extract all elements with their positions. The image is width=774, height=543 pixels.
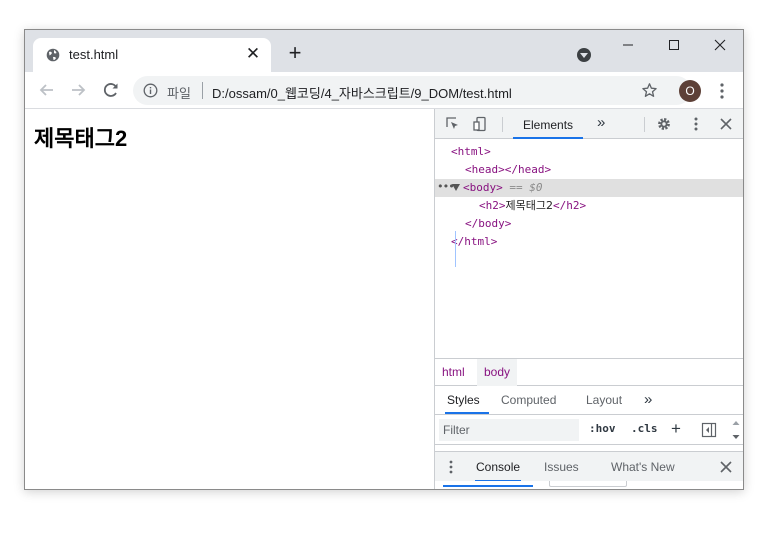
toolbar-divider — [644, 117, 645, 132]
tree-guide-line — [455, 231, 456, 267]
browser-window: test.html ✕ + 파일 D:/ossam/0_웹코딩/4_자바스크립트… — [24, 29, 744, 490]
more-tabs-chevron-icon[interactable]: » — [597, 114, 605, 131]
dom-node-body[interactable]: ••• <body> == $0 — [435, 179, 743, 197]
tab-issues[interactable]: Issues — [544, 452, 579, 482]
dom-tag: <h2> — [479, 199, 506, 212]
styles-filter-bar: :hov .cls + — [435, 415, 743, 445]
inspect-element-icon[interactable] — [445, 116, 461, 132]
expand-triangle-icon[interactable] — [452, 184, 460, 191]
dom-node-head[interactable]: <head></head> — [435, 161, 743, 179]
url-text[interactable]: D:/ossam/0_웹코딩/4_자바스크립트/9_DOM/test.html — [212, 83, 512, 102]
breadcrumb-body[interactable]: body — [477, 359, 518, 386]
tab-close-icon[interactable]: ✕ — [243, 44, 263, 64]
dom-node-h2[interactable]: <h2>제목태그2</h2> — [435, 197, 743, 215]
forward-arrow-icon[interactable] — [68, 80, 88, 100]
devtools-menu-icon[interactable] — [688, 116, 704, 132]
more-style-tabs-chevron-icon[interactable]: » — [643, 386, 653, 414]
address-separator — [202, 82, 203, 99]
dom-tag: <body> — [463, 181, 503, 194]
minimize-icon[interactable] — [613, 34, 643, 56]
console-drawer-tabbar: Console Issues What's New — [435, 451, 743, 482]
globe-icon — [46, 48, 60, 62]
dom-tag: <html> — [451, 145, 491, 158]
settings-gear-icon[interactable] — [656, 116, 672, 132]
back-arrow-icon[interactable] — [37, 80, 57, 100]
tab-elements[interactable]: Elements — [513, 109, 584, 139]
breadcrumb-html[interactable]: html — [435, 359, 472, 386]
dom-tag: </h2> — [552, 199, 587, 212]
tab-whats-new[interactable]: What's New — [611, 452, 675, 482]
device-toolbar-icon[interactable] — [473, 116, 489, 132]
issues-badge-peek — [549, 481, 627, 487]
close-devtools-icon[interactable] — [718, 116, 734, 132]
reload-icon[interactable] — [101, 80, 121, 100]
browser-menu-icon[interactable] — [717, 81, 727, 101]
selected-node-ref: == $0 — [509, 181, 543, 194]
devtools-panel: Elements » <html> <head></head> ••• <bod… — [434, 109, 743, 489]
dom-tag: </html> — [451, 235, 498, 248]
dom-node-html[interactable]: <html> — [435, 143, 743, 161]
drawer-menu-icon[interactable] — [449, 460, 453, 474]
window-close-icon[interactable] — [705, 34, 735, 56]
tab-strip: test.html ✕ + — [25, 30, 743, 72]
styles-filter-input[interactable] — [439, 419, 579, 441]
page-heading: 제목태그2 — [34, 126, 128, 151]
page-viewport: 제목태그2 — [25, 109, 434, 489]
profile-avatar[interactable]: O — [679, 80, 701, 102]
toolbar-divider — [502, 117, 503, 132]
url-scheme-label: 파일 — [167, 86, 191, 101]
dom-tag: </body> — [465, 217, 512, 230]
maximize-icon[interactable] — [659, 34, 689, 56]
browser-tab[interactable]: test.html ✕ — [33, 38, 271, 72]
close-drawer-icon[interactable] — [719, 460, 733, 474]
dom-node-html-close[interactable]: </html> — [435, 233, 743, 251]
address-bar[interactable]: 파일 D:/ossam/0_웹코딩/4_자바스크립트/9_DOM/test.ht… — [133, 76, 691, 105]
styles-tabbar: Styles Computed Layout » — [435, 386, 743, 415]
bookmark-star-icon[interactable] — [641, 82, 658, 99]
console-toolbar-peek — [435, 481, 743, 489]
dom-tree: <html> <head></head> ••• <body> == $0 <h… — [435, 143, 743, 358]
dom-tag: <head></head> — [465, 163, 552, 176]
tab-layout[interactable]: Layout — [585, 386, 623, 414]
tab-console[interactable]: Console — [475, 452, 522, 482]
info-icon[interactable] — [143, 83, 158, 98]
console-levels-peek — [443, 481, 533, 487]
tab-title: test.html — [69, 47, 119, 62]
cls-toggle-button[interactable]: .cls — [631, 422, 658, 435]
dom-text-node: 제목태그2 — [505, 199, 553, 212]
hov-toggle-button[interactable]: :hov — [589, 422, 616, 435]
breadcrumb: html body — [435, 358, 743, 386]
new-style-rule-button[interactable]: + — [671, 419, 681, 439]
tab-computed[interactable]: Computed — [500, 386, 557, 414]
browser-toolbar: 파일 D:/ossam/0_웹코딩/4_자바스크립트/9_DOM/test.ht… — [25, 72, 743, 109]
tab-styles[interactable]: Styles — [445, 386, 489, 414]
toggle-sidebar-icon[interactable] — [701, 422, 717, 438]
new-tab-button[interactable]: + — [283, 42, 307, 66]
dom-node-body-close[interactable]: </body> — [435, 215, 743, 233]
tab-search-icon[interactable] — [577, 48, 591, 62]
devtools-toolbar: Elements » — [435, 109, 743, 139]
scrollbar-arrows-icon[interactable] — [731, 419, 741, 441]
